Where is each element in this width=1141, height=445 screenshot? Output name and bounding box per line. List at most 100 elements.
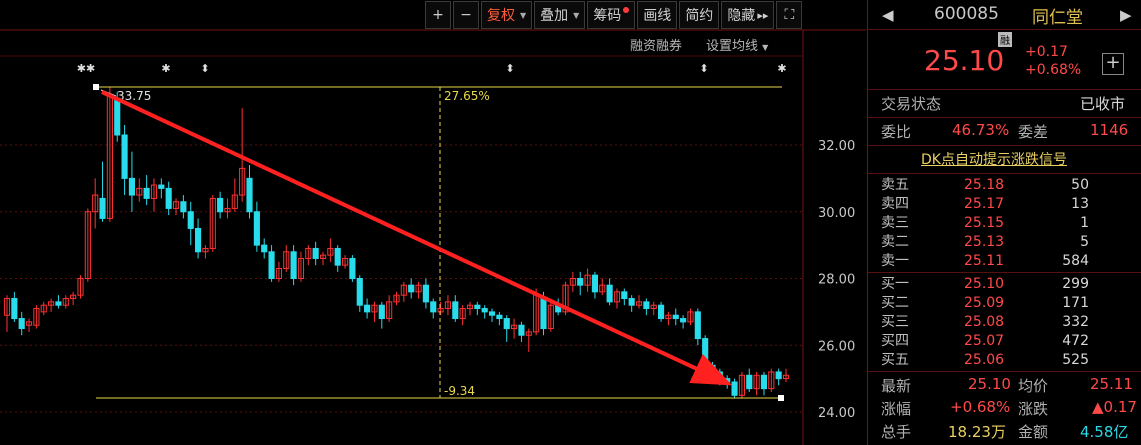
order-level-price[interactable]: 25.11 [964,252,1004,270]
candle-body [261,244,268,253]
order-level-label: 买五 [881,352,909,368]
candle-body [702,338,709,366]
order-level-price[interactable]: 25.18 [964,176,1004,194]
y-tick-label: 32.00 [818,139,855,154]
candle-body [775,371,782,380]
candle-body [591,274,598,293]
quote-panel: ◀ 600085 同仁堂 ▶ 融 25.10 +0.17 +0.68% + 交易… [867,0,1141,445]
fullscreen-button[interactable]: ⛶ [776,1,803,29]
diejia-button[interactable]: 叠加 ▼ [534,1,586,29]
order-level-label: 卖五 [881,177,909,193]
candle-body [731,381,738,396]
candle-body [378,304,385,320]
order-level-price[interactable]: 25.10 [964,275,1004,293]
order-level-volume: 50 [1071,177,1089,193]
zoom-out-button[interactable]: − [453,1,479,29]
price-change-pct: +0.68% [1025,62,1082,78]
candle-body [577,278,584,286]
order-level-price[interactable]: 25.06 [964,351,1004,369]
jianyue-button[interactable]: 简约 [679,1,720,29]
diejia-label: 叠加 [540,8,569,24]
candle-body [760,374,768,390]
order-level-price[interactable]: 25.09 [964,294,1004,312]
chart-toolbar: + − 复权 ▼ 叠加 ▼ 筹码 画线 简约 隐藏 ▸▸ ⛶ [425,1,803,29]
pct-label: 涨幅 [881,400,912,418]
event-marker-icon: ⬍ [699,62,708,75]
candle-body [518,324,525,336]
candle-body [290,251,297,280]
status-value: 已收市 [1080,95,1126,113]
divider [868,173,1141,174]
chouma-label: 筹码 [593,8,622,24]
chg-label: 涨跌 [1018,400,1049,418]
kline-chart[interactable]: 32.00 30.00 28.00 26.00 24.00 33.75 27.65% -9.3… [0,0,866,445]
sub-toolbar: 融资融券 设置均线 ▼ [630,35,768,54]
ma-settings-label: 设置均线 [706,39,759,54]
pct-down-label: -9.34 [444,384,475,398]
candle-body [422,284,429,303]
weibi-label: 委比 [881,123,912,141]
chouma-button[interactable]: 筹码 [587,1,636,29]
huaxian-button[interactable]: 画线 [637,1,678,29]
margin-trading-link[interactable]: 融资融券 [630,35,682,54]
weicha-label: 委差 [1018,123,1049,141]
stock-code: 600085 [934,4,999,24]
candle-body [55,301,62,306]
prev-stock-icon[interactable]: ◀ [882,6,894,24]
order-level-label: 卖四 [881,196,909,212]
event-marker-icon: ✱ [161,62,170,75]
double-chevron-right-icon: ▸▸ [757,8,769,22]
candle-body [643,301,650,310]
order-level-label: 买一 [881,276,909,292]
order-level-label: 买三 [881,314,909,330]
order-level-label: 卖二 [881,234,909,250]
candle-body [606,284,613,303]
order-level-price[interactable]: 25.08 [964,313,1004,331]
next-stock-icon[interactable]: ▶ [1120,6,1132,24]
candle-body [540,298,547,330]
chg-value: ▲0.17 [1092,398,1137,416]
ma-settings-button[interactable]: 设置均线 ▼ [706,35,768,54]
event-marker-icon: ⬍ [200,62,209,75]
candle-body [680,318,687,323]
candle-body [187,211,194,229]
candle-body [253,211,260,246]
order-level-label: 买四 [881,333,909,349]
add-watchlist-button[interactable]: + [1102,53,1124,75]
order-level-price[interactable]: 25.15 [964,214,1004,232]
divider [868,272,1141,273]
volume-value: 18.23万 [948,423,1006,441]
order-level-price[interactable]: 25.13 [964,233,1004,251]
order-level-volume: 5 [1080,234,1089,250]
chevron-down-icon: ▼ [762,43,769,52]
y-tick-label: 26.00 [818,339,855,354]
candle-body [165,187,172,209]
fuquan-button[interactable]: 复权 ▼ [481,1,533,29]
order-level-price[interactable]: 25.07 [964,332,1004,350]
weibi-value: 46.73% [952,121,1010,139]
chevron-down-icon: ▼ [520,10,527,20]
candle-body [628,298,635,306]
current-price: 25.10 [924,44,1005,77]
candle-body [158,184,165,189]
candle-body [143,187,150,199]
dk-signal-link[interactable]: DK点自动提示涨跌信号 [921,149,1067,169]
event-marker-icon: ✱✱ [77,62,95,75]
zoom-in-button[interactable]: + [425,1,451,29]
y-tick-label: 28.00 [818,273,855,288]
order-level-label: 卖三 [881,215,909,231]
order-level-price[interactable]: 25.17 [964,195,1004,213]
yincang-label: 隐藏 [727,8,756,24]
status-label: 交易状态 [881,95,942,113]
candle-body [312,247,319,259]
order-level-volume: 472 [1062,333,1089,349]
order-level-volume: 171 [1062,295,1089,311]
candle-body [452,301,459,320]
amount-value: 4.58亿 [1080,423,1129,441]
yincang-button[interactable]: 隐藏 ▸▸ [721,1,775,29]
candle-body [672,314,679,320]
candle-body [474,304,481,310]
kline-svg[interactable]: 32.0030.0028.0026.0024.0033.75 27.65%-9.3… [0,0,866,445]
order-level-volume: 525 [1062,352,1089,368]
high-handle [93,84,99,90]
